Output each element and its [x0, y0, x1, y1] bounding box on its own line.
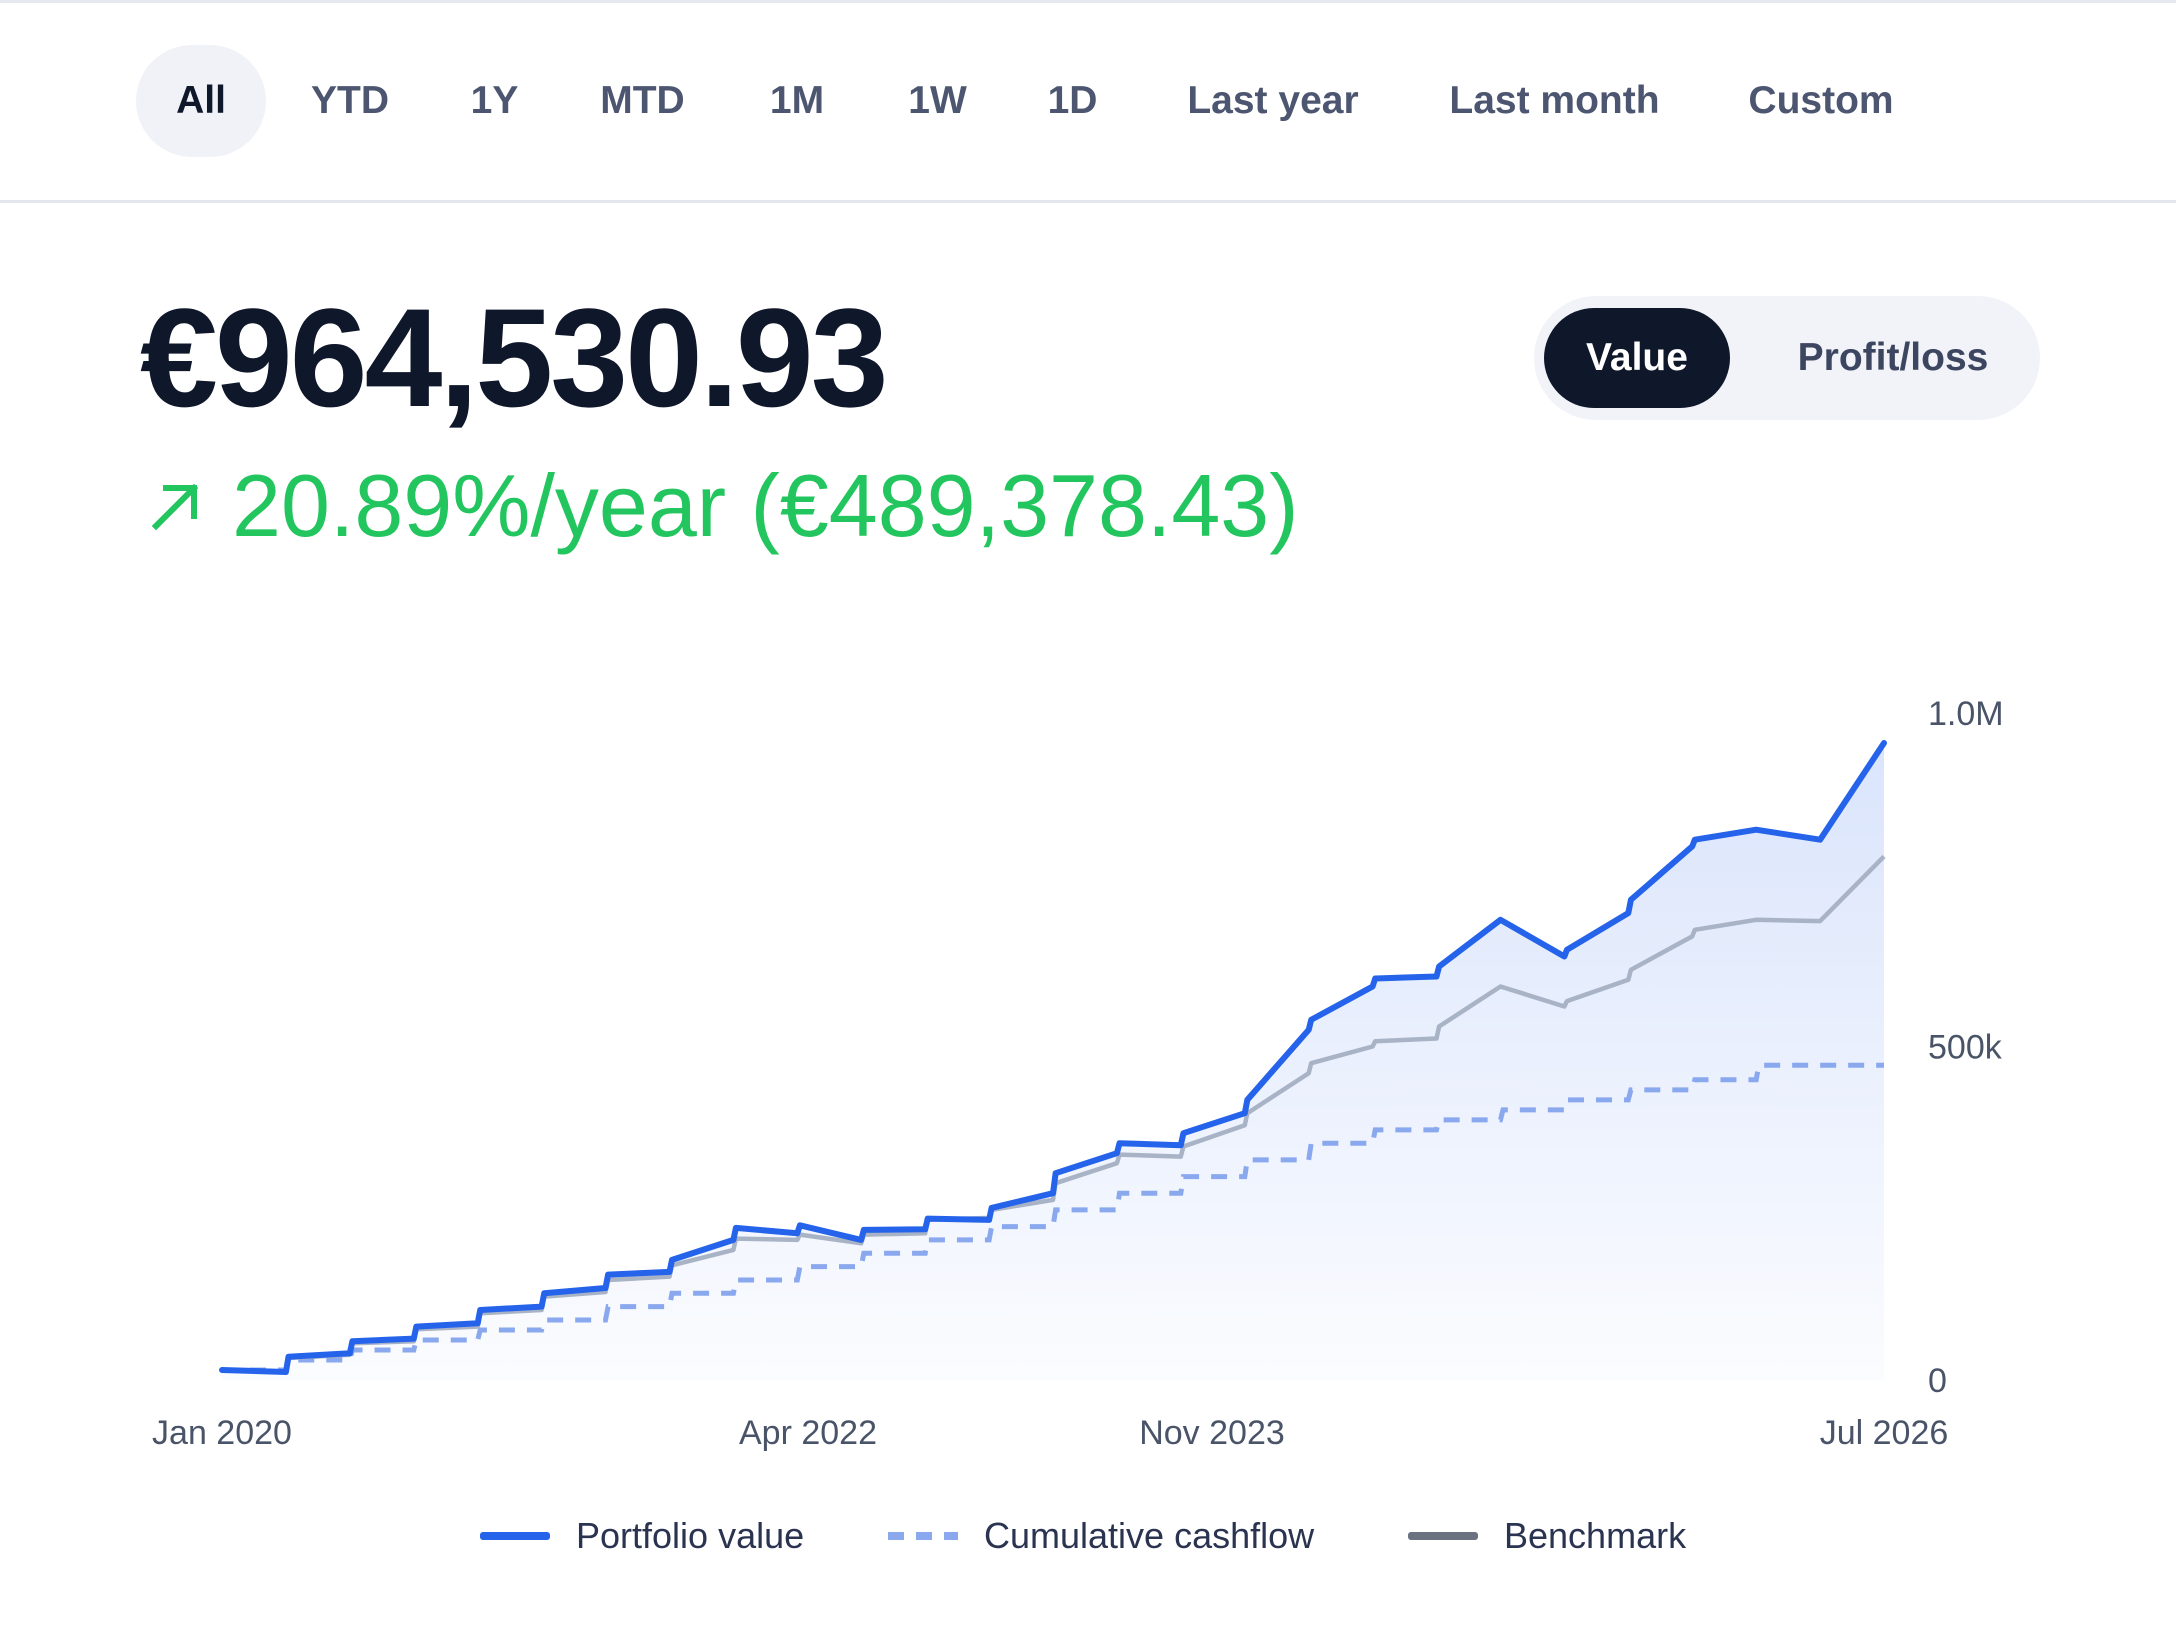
value-toggle-button[interactable]: Value — [1544, 308, 1730, 408]
legend-label: Cumulative cashflow — [984, 1515, 1315, 1556]
annual-return: 20.89%/year (€489,378.43) — [148, 462, 1299, 550]
tab-ytd[interactable]: YTD — [295, 45, 405, 157]
tab-mtd[interactable]: MTD — [585, 45, 700, 157]
portfolio-chart: Jan 2020 Apr 2022 Nov 2023 Jul 2026 1.0M 500k… — [152, 695, 2004, 1452]
x-tick-label: Jan 2020 — [152, 1414, 292, 1452]
tab-1w[interactable]: 1W — [890, 45, 985, 157]
tab-custom[interactable]: Custom — [1735, 45, 1907, 157]
legend-cumulative-cashflow[interactable]: Cumulative cashflow — [888, 1508, 1314, 1564]
portfolio-area-fill — [222, 743, 1884, 1380]
profit-loss-toggle-button[interactable]: Profit/loss — [1760, 308, 2026, 408]
tab-1m[interactable]: 1M — [752, 45, 842, 157]
tab-all[interactable]: All — [136, 45, 266, 157]
tab-1y[interactable]: 1Y — [452, 45, 537, 157]
y-tick-label: 0 — [1928, 1362, 1947, 1400]
legend-benchmark[interactable]: Benchmark — [1408, 1508, 1686, 1564]
annual-return-text: 20.89%/year (€489,378.43) — [232, 456, 1299, 555]
portfolio-total-value: €964,530.93 — [140, 279, 889, 436]
time-range-tabs: All YTD 1Y MTD 1M 1W 1D Last year Last m… — [0, 3, 2176, 203]
tab-last-year[interactable]: Last year — [1168, 45, 1378, 157]
legend-label: Portfolio value — [576, 1515, 805, 1556]
legend-solid-line-swatch — [1408, 1532, 1478, 1540]
legend-portfolio-value[interactable]: Portfolio value — [480, 1508, 804, 1564]
legend-solid-line-swatch — [480, 1532, 550, 1540]
legend-dashed-line-swatch — [888, 1532, 958, 1540]
view-toggle: Value Profit/loss — [1534, 296, 2040, 420]
x-tick-label: Nov 2023 — [1139, 1414, 1285, 1452]
tab-last-month[interactable]: Last month — [1432, 45, 1677, 157]
x-tick-label: Apr 2022 — [739, 1414, 877, 1452]
tab-1d[interactable]: 1D — [1030, 45, 1115, 157]
y-tick-label: 500k — [1928, 1029, 2003, 1067]
x-tick-label: Jul 2026 — [1820, 1414, 1949, 1452]
arrow-up-right-icon — [148, 478, 204, 534]
legend-label: Benchmark — [1504, 1515, 1687, 1556]
y-tick-label: 1.0M — [1928, 695, 2004, 733]
